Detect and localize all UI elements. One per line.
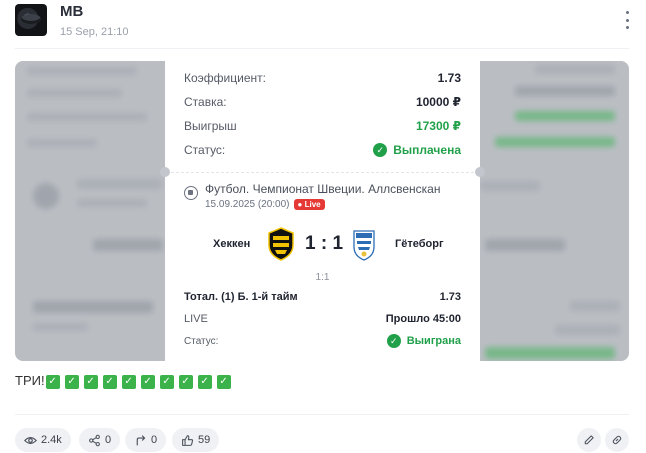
check-emoji-icon: ✓ xyxy=(197,375,212,389)
status-label: Статус: xyxy=(184,143,226,157)
event-status-row: Статус: ✓ Выиграна xyxy=(184,334,461,348)
league-title: Футбол. Чемпионат Швеции. Аллсвенскан xyxy=(205,182,441,196)
pencil-icon xyxy=(584,435,594,445)
payout-status: ✓ Выплачена xyxy=(373,143,461,157)
win-row: Выигрыш 17300 ₽ xyxy=(184,119,461,133)
repost-button[interactable]: 0 xyxy=(125,428,167,452)
bet-receipt: Коэффициент: 1.73 Ставка: 10000 ₽ Выигры… xyxy=(160,61,485,361)
check-emoji-icon: ✓ xyxy=(83,375,98,389)
views-counter[interactable]: 2.4k xyxy=(15,428,71,452)
event-status-value: Выиграна xyxy=(406,335,461,347)
header-divider xyxy=(15,48,629,49)
event-status: ✓ Выиграна xyxy=(386,334,461,348)
odds-value: 1.73 xyxy=(437,71,461,85)
match-datetime: 15.09.2025 (20:00) xyxy=(205,199,290,210)
match-score: 1 : 1 xyxy=(305,233,344,254)
repost-arrow-icon xyxy=(136,434,146,445)
check-emoji-icon: ✓ xyxy=(159,375,174,389)
link-icon xyxy=(612,435,622,445)
elapsed-time: Прошло 45:00 xyxy=(385,313,461,325)
market-odds: 1.73 xyxy=(439,291,461,303)
live-badge: ● Live xyxy=(293,199,325,210)
half-time-score: 1:1 xyxy=(315,272,330,283)
author-avatar[interactable] xyxy=(15,4,47,36)
market-row: Тотал. (1) Б. 1-й тайм 1.73 xyxy=(184,291,461,303)
check-emoji-icon: ✓ xyxy=(178,375,193,389)
views-count: 2.4k xyxy=(41,434,62,446)
live-row: LIVE Прошло 45:00 xyxy=(184,313,461,325)
likes-count: 59 xyxy=(198,434,211,446)
odds-row: Коэффициент: 1.73 xyxy=(184,71,461,85)
check-circle-icon: ✓ xyxy=(373,143,388,157)
hacken-crest-icon xyxy=(268,227,294,261)
market-name: Тотал. (1) Б. 1-й тайм xyxy=(184,291,298,303)
payout-status-value: Выплачена xyxy=(393,143,461,157)
check-emoji-icon: ✓ xyxy=(64,375,79,389)
away-team: Гётеборг xyxy=(395,238,444,250)
odds-label: Коэффициент: xyxy=(184,71,266,85)
stake-value: 10000 ₽ xyxy=(415,95,461,109)
share-button[interactable]: 0 xyxy=(79,428,121,452)
stake-row: Ставка: 10000 ₽ xyxy=(184,95,461,109)
edit-button[interactable] xyxy=(577,428,601,452)
event-header: Футбол. Чемпионат Швеции. Аллсвенскан 15… xyxy=(184,182,440,210)
check-circle-icon: ✓ xyxy=(386,334,401,348)
post-date: 15 Sep, 21:10 xyxy=(60,26,129,38)
check-emoji-icon: ✓ xyxy=(140,375,155,389)
more-menu-button[interactable] xyxy=(620,11,634,29)
football-icon xyxy=(184,186,198,200)
receipt-divider xyxy=(171,172,474,173)
goteborg-crest-icon xyxy=(353,230,375,261)
more-vertical-icon xyxy=(625,11,629,14)
footer-divider xyxy=(15,414,629,415)
match-teams: Хеккен 1 : 1 Гётеборг xyxy=(165,227,480,261)
author-name[interactable]: MB xyxy=(60,3,83,20)
home-team: Хеккен xyxy=(213,238,251,250)
check-emoji-icon: ✓ xyxy=(216,375,231,389)
post-image[interactable]: Коэффициент: 1.73 Ставка: 10000 ₽ Выигры… xyxy=(15,61,629,361)
event-status-label: Статус: xyxy=(184,335,219,347)
check-emoji-icon: ✓ xyxy=(121,375,136,389)
shares-count: 0 xyxy=(105,434,112,446)
reposts-count: 0 xyxy=(151,434,158,446)
copy-link-button[interactable] xyxy=(605,428,629,452)
stake-label: Ставка: xyxy=(184,95,227,109)
check-emoji-icon: ✓ xyxy=(45,375,60,389)
win-value: 17300 ₽ xyxy=(415,119,461,133)
share-icon xyxy=(89,434,100,446)
thumbs-up-icon xyxy=(182,434,194,446)
payout-status-row: Статус: ✓ Выплачена xyxy=(184,143,461,157)
eye-icon xyxy=(24,436,37,444)
check-emoji-row: ✓ ✓ ✓ ✓ ✓ ✓ ✓ ✓ ✓ ✓ xyxy=(45,372,231,389)
live-label: LIVE xyxy=(184,313,208,325)
match-datetime-row: 15.09.2025 (20:00) ● Live xyxy=(205,199,440,210)
check-emoji-icon: ✓ xyxy=(102,375,117,389)
win-label: Выигрыш xyxy=(184,119,237,133)
post-text-content: ТРИ! xyxy=(15,373,45,388)
post-text: ТРИ! ✓ ✓ ✓ ✓ ✓ ✓ ✓ ✓ ✓ ✓ xyxy=(15,372,231,389)
like-button[interactable]: 59 xyxy=(172,428,220,452)
